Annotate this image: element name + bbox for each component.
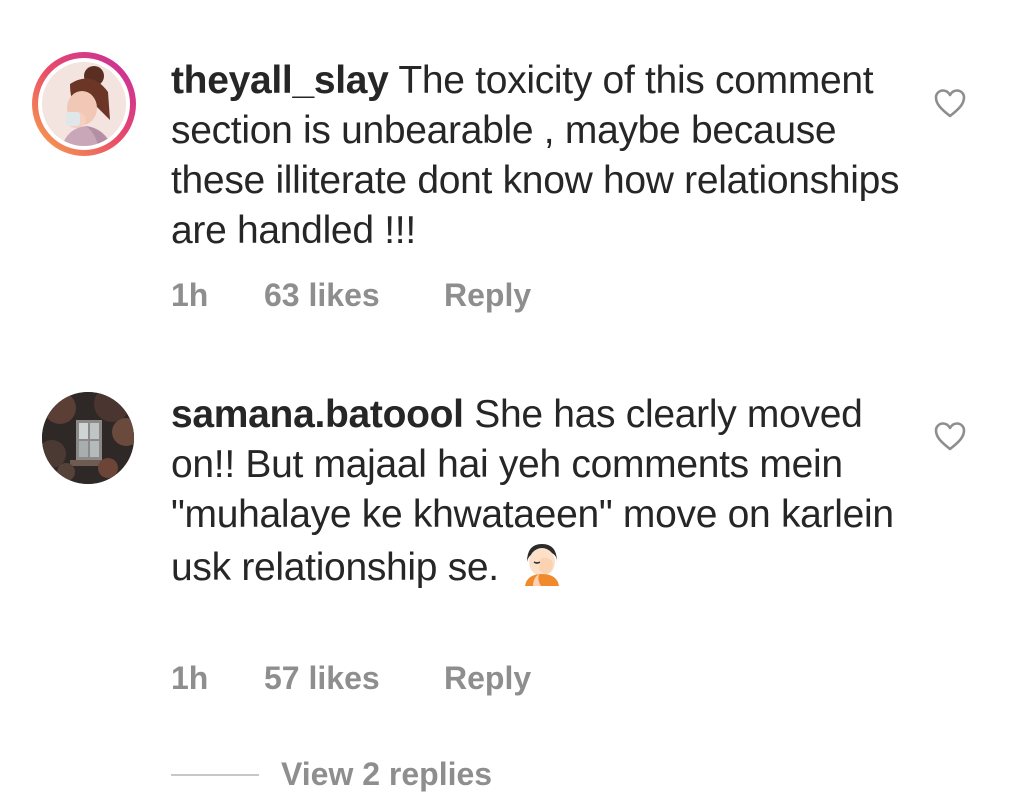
view-replies-label[interactable]: View 2 replies bbox=[281, 756, 492, 793]
comment-text: theyall_slay The toxicity of this commen… bbox=[171, 56, 911, 256]
comment-meta: 1h 63 likes Reply bbox=[171, 277, 531, 314]
comment-username[interactable]: samana.batoool bbox=[171, 393, 464, 436]
profile-photo bbox=[42, 392, 134, 484]
replies-divider-line bbox=[171, 773, 259, 776]
comment-meta: 1h 57 likes Reply bbox=[171, 660, 531, 697]
comment-time: 1h bbox=[171, 277, 209, 313]
avatar-frame bbox=[38, 58, 130, 150]
comment-username[interactable]: theyall_slay bbox=[171, 59, 389, 102]
avatar[interactable] bbox=[32, 52, 136, 156]
reply-button[interactable]: Reply bbox=[444, 277, 531, 314]
avatar[interactable] bbox=[42, 392, 134, 484]
comment-likes[interactable]: 63 likes bbox=[264, 277, 444, 314]
comment-text: samana.batoool She has clearly moved on!… bbox=[171, 390, 911, 593]
view-replies-button[interactable]: View 2 replies bbox=[171, 756, 492, 793]
woman-facepalming-emoji-icon bbox=[525, 544, 560, 586]
comment-likes[interactable]: 57 likes bbox=[264, 660, 444, 697]
comment-time: 1h bbox=[171, 660, 209, 696]
profile-photo bbox=[42, 62, 126, 146]
like-heart-icon[interactable] bbox=[933, 420, 967, 452]
like-heart-icon[interactable] bbox=[933, 87, 967, 119]
woman-illustration-icon bbox=[42, 62, 126, 146]
reply-button[interactable]: Reply bbox=[444, 660, 531, 697]
